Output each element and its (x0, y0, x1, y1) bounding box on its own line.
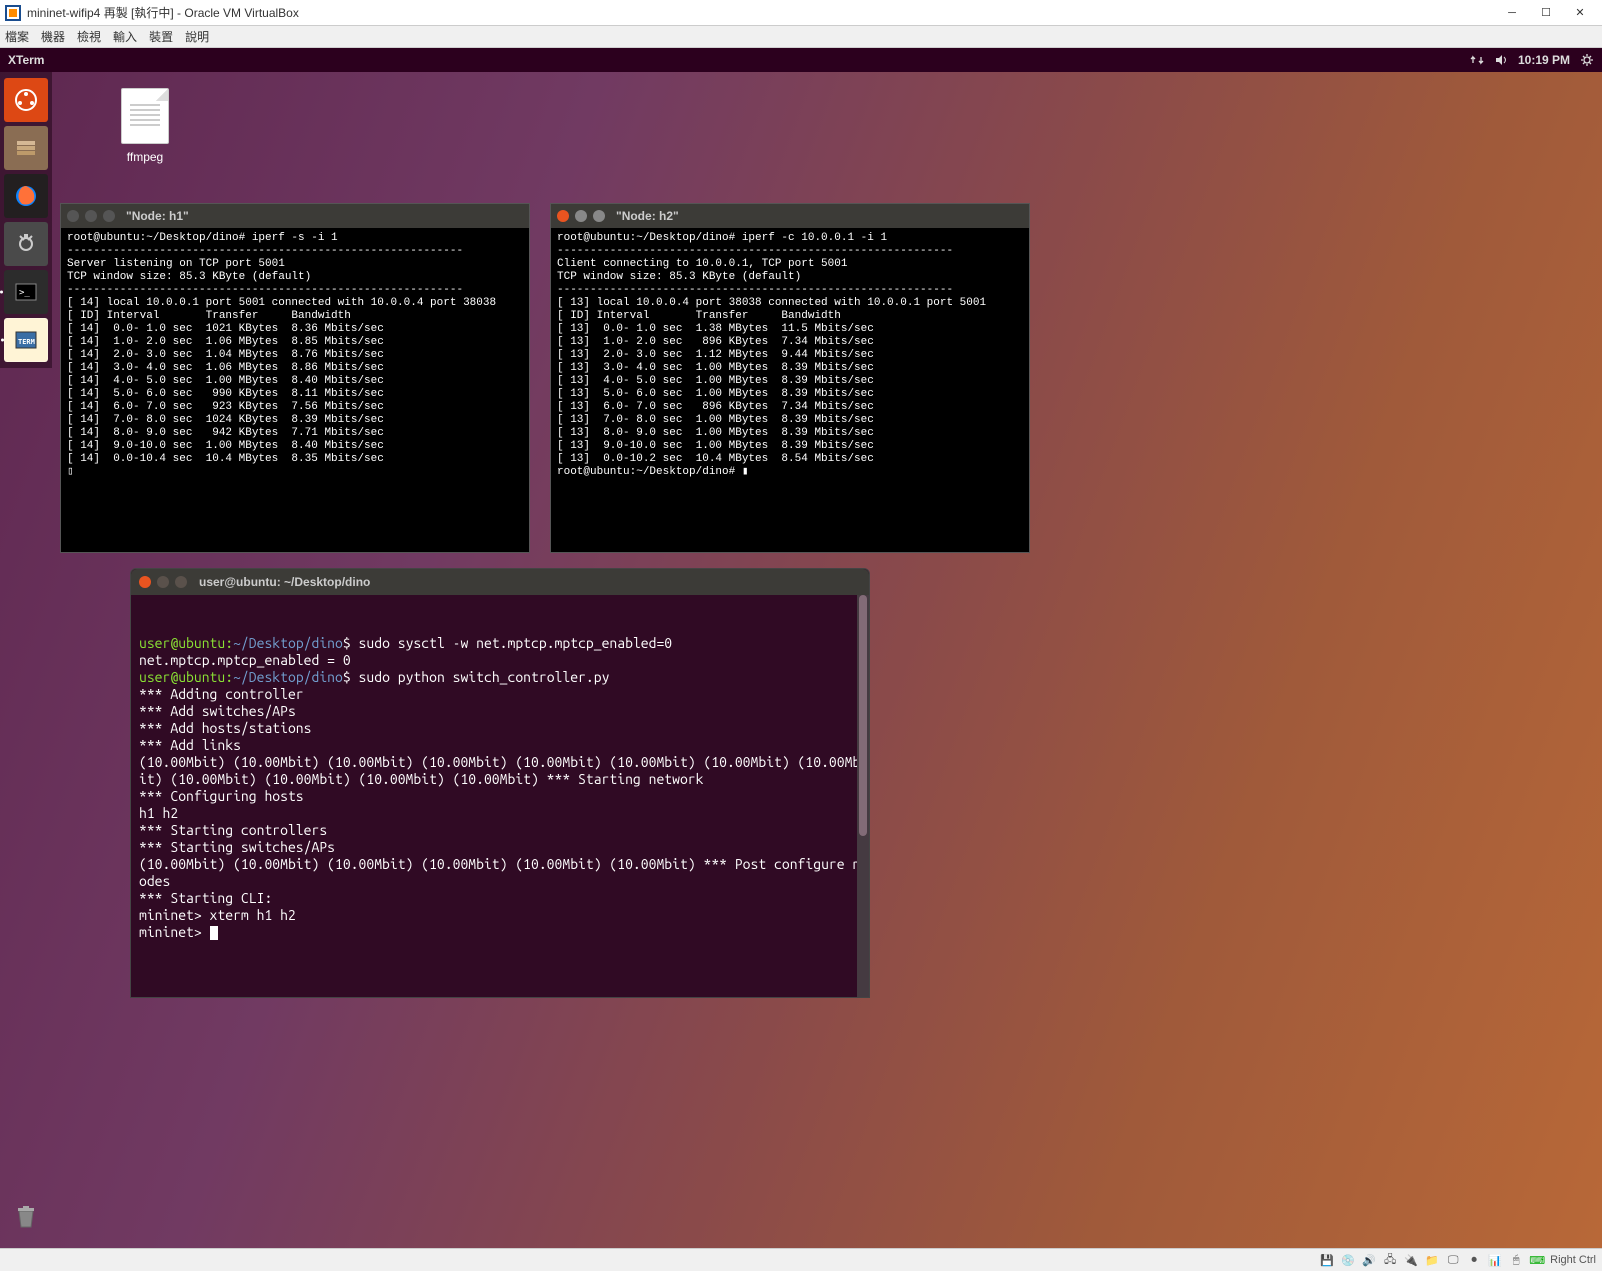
xterm-h1-title: "Node: h1" (126, 209, 189, 223)
minimize-button[interactable]: ─ (1495, 3, 1529, 23)
virtualbox-menubar: 檔案 機器 檢視 輸入 裝置 說明 (0, 26, 1602, 48)
minimize-icon[interactable] (85, 210, 97, 222)
cpu-icon[interactable]: 📊 (1487, 1252, 1503, 1268)
active-app-name[interactable]: XTerm (8, 53, 44, 67)
xterm-h2-title: "Node: h2" (616, 209, 679, 223)
usb-icon[interactable]: 🔌 (1403, 1252, 1419, 1268)
menu-file[interactable]: 檔案 (5, 28, 29, 45)
launcher-settings[interactable] (4, 222, 48, 266)
xterm-window-h1[interactable]: "Node: h1" root@ubuntu:~/Desktop/dino# i… (60, 203, 530, 553)
gnome-terminal-window[interactable]: user@ubuntu: ~/Desktop/dino user@ubuntu:… (130, 568, 870, 998)
display-icon[interactable]: 🖵 (1445, 1252, 1461, 1268)
hostkey-label: Right Ctrl (1550, 1254, 1596, 1266)
network-icon[interactable] (1470, 53, 1484, 67)
clock[interactable]: 10:19 PM (1518, 53, 1570, 67)
vm-display: XTerm 10:19 PM >_ TERM ffmpeg "Node: h1"… (0, 48, 1602, 1248)
launcher-xterm[interactable]: TERM (4, 318, 48, 362)
optical-icon[interactable]: 💿 (1340, 1252, 1356, 1268)
launcher-terminal[interactable]: >_ (4, 270, 48, 314)
close-button[interactable]: ✕ (1563, 3, 1597, 23)
svg-text:>_: >_ (19, 288, 30, 298)
menu-machine[interactable]: 機器 (41, 28, 65, 45)
sound-icon[interactable] (1494, 53, 1508, 67)
xterm-h1-body[interactable]: root@ubuntu:~/Desktop/dino# iperf -s -i … (61, 228, 529, 483)
gnome-terminal-title: user@ubuntu: ~/Desktop/dino (199, 575, 370, 589)
desktop-icon-ffmpeg[interactable]: ffmpeg (105, 88, 185, 164)
close-icon[interactable] (139, 576, 151, 588)
virtualbox-statusbar: 💾 💿 🔊 🖧 🔌 📁 🖵 ⏺ 📊 🖱 ⌨ Right Ctrl (0, 1248, 1602, 1271)
window-title: mininet-wifip4 再製 [執行中] - Oracle VM Virt… (27, 4, 1495, 21)
desktop-icon-label: ffmpeg (105, 150, 185, 164)
launcher-dash[interactable] (4, 78, 48, 122)
xterm-h1-titlebar[interactable]: "Node: h1" (61, 204, 529, 228)
menu-input[interactable]: 輸入 (113, 28, 137, 45)
mouse-icon[interactable]: 🖱 (1508, 1252, 1524, 1268)
network-status-icon[interactable]: 🖧 (1382, 1252, 1398, 1268)
svg-text:TERM: TERM (18, 338, 35, 346)
unity-launcher: >_ TERM (0, 72, 52, 368)
audio-icon[interactable]: 🔊 (1361, 1252, 1377, 1268)
close-icon[interactable] (557, 210, 569, 222)
maximize-icon[interactable] (593, 210, 605, 222)
xterm-window-h2[interactable]: "Node: h2" root@ubuntu:~/Desktop/dino# i… (550, 203, 1030, 553)
ubuntu-top-panel: XTerm 10:19 PM (0, 48, 1602, 72)
minimize-icon[interactable] (575, 210, 587, 222)
gnome-terminal-titlebar[interactable]: user@ubuntu: ~/Desktop/dino (131, 569, 869, 595)
virtualbox-icon (5, 5, 21, 21)
xterm-h2-titlebar[interactable]: "Node: h2" (551, 204, 1029, 228)
shared-folder-icon[interactable]: 📁 (1424, 1252, 1440, 1268)
menu-view[interactable]: 檢視 (77, 28, 101, 45)
launcher-trash[interactable] (4, 1194, 48, 1238)
hdd-icon[interactable]: 💾 (1319, 1252, 1335, 1268)
menu-help[interactable]: 說明 (185, 28, 209, 45)
recording-icon[interactable]: ⏺ (1466, 1252, 1482, 1268)
minimize-icon[interactable] (157, 576, 169, 588)
maximize-icon[interactable] (103, 210, 115, 222)
scrollbar-thumb[interactable] (859, 595, 867, 836)
menu-devices[interactable]: 裝置 (149, 28, 173, 45)
file-icon (121, 88, 169, 144)
scrollbar[interactable] (857, 595, 869, 997)
virtualbox-titlebar[interactable]: mininet-wifip4 再製 [執行中] - Oracle VM Virt… (0, 0, 1602, 26)
gnome-terminal-body[interactable]: user@ubuntu:~/Desktop/dino$ sudo sysctl … (131, 595, 869, 997)
close-icon[interactable] (67, 210, 79, 222)
maximize-button[interactable]: ☐ (1529, 3, 1563, 23)
gear-icon[interactable] (1580, 53, 1594, 67)
hostkey-icon[interactable]: ⌨ (1529, 1252, 1545, 1268)
launcher-files[interactable] (4, 126, 48, 170)
launcher-firefox[interactable] (4, 174, 48, 218)
maximize-icon[interactable] (175, 576, 187, 588)
xterm-h2-body[interactable]: root@ubuntu:~/Desktop/dino# iperf -c 10.… (551, 228, 1029, 483)
